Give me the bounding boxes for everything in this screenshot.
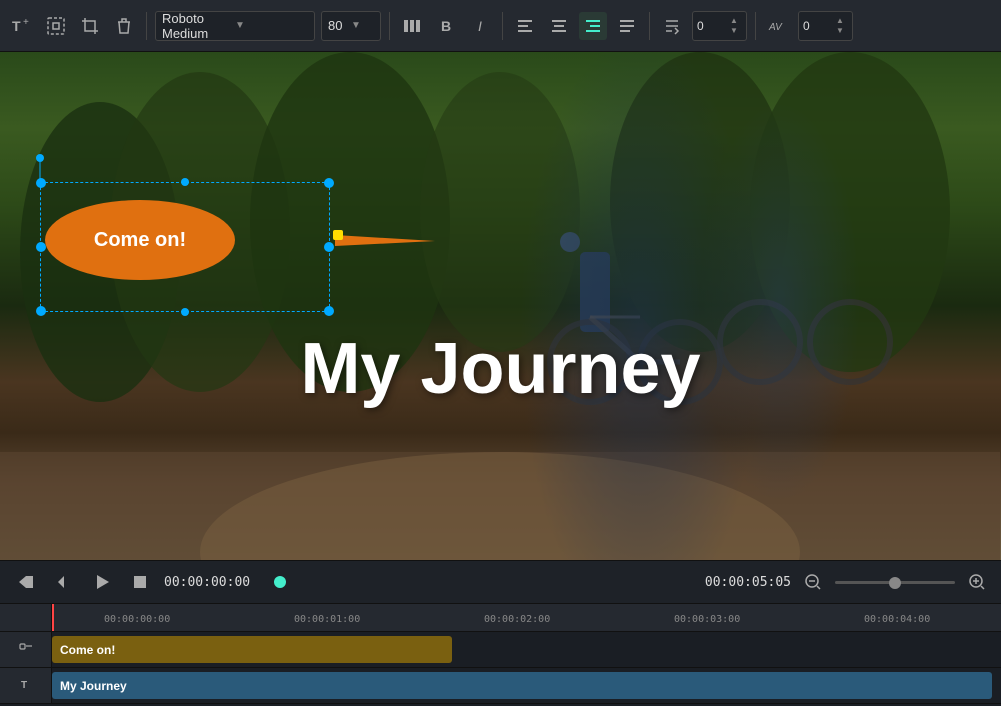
track-content-1[interactable]: My Journey <box>52 668 1001 703</box>
track-clip-come-on[interactable]: Come on! <box>52 636 452 663</box>
anchor-dot[interactable] <box>36 154 44 162</box>
playhead-ruler-line <box>52 604 54 631</box>
main-title-text: My Journey <box>0 328 1001 410</box>
timeline-ruler: 00:00:00:00 00:00:01:00 00:00:02:00 00:0… <box>0 604 1001 632</box>
zoom-slider[interactable] <box>835 581 955 584</box>
track-content-0[interactable]: Come on! <box>52 632 1001 667</box>
text-style-icon[interactable] <box>398 12 426 40</box>
divider-2 <box>389 12 390 40</box>
zoom-track[interactable] <box>835 581 955 584</box>
track-icon-1: T <box>19 677 33 694</box>
kerning-icon: AV <box>764 12 792 40</box>
track-label-1: T <box>0 668 52 703</box>
font-selector-arrow: ▼ <box>235 20 308 31</box>
spacing-up-arrow[interactable]: ▲ <box>728 16 740 26</box>
delete-button[interactable] <box>110 12 138 40</box>
track-row-0[interactable]: Come on! <box>0 632 1001 668</box>
crop-button[interactable] <box>76 12 104 40</box>
svg-text:T: T <box>12 18 21 34</box>
transform-button[interactable] <box>42 12 70 40</box>
zoom-out-button[interactable] <box>801 570 825 594</box>
font-size-arrow: ▼ <box>351 20 374 31</box>
bubble-oval: Come on! <box>45 200 235 280</box>
ruler-label-2: 00:00:02:00 <box>484 614 550 625</box>
track-icon-0 <box>19 643 33 657</box>
align-right-button[interactable] <box>579 12 607 40</box>
font-size-label: 80 <box>328 18 351 33</box>
font-name-label: Roboto Medium <box>162 11 235 41</box>
kerning-up-arrow[interactable]: ▲ <box>834 16 846 26</box>
zoom-in-button[interactable] <box>965 570 989 594</box>
italic-button[interactable]: I <box>466 12 494 40</box>
timeline-tracks: Come on! T My Journey <box>0 632 1001 704</box>
divider-1 <box>146 12 147 40</box>
font-selector[interactable]: Roboto Medium ▼ <box>155 11 315 41</box>
ruler-label-0: 00:00:00:00 <box>104 614 170 625</box>
stop-button[interactable] <box>126 568 154 596</box>
ruler-offset <box>0 604 52 631</box>
ruler-marks: 00:00:00:00 00:00:01:00 00:00:02:00 00:0… <box>52 604 1001 631</box>
spacing-input[interactable]: 0 <box>693 19 728 33</box>
toolbar: T + Roboto Medium ▼ 80 ▼ <box>0 0 1001 52</box>
video-background <box>0 52 1001 560</box>
playhead-dot[interactable] <box>274 576 286 588</box>
divider-4 <box>649 12 650 40</box>
track-label-0 <box>0 632 52 667</box>
svg-text:AV: AV <box>768 22 783 33</box>
track-clip-my-journey[interactable]: My Journey <box>52 672 992 699</box>
playback-bar: 00:00:00:00 00:00:05:05 <box>0 560 1001 604</box>
ruler-label-1: 00:00:01:00 <box>294 614 360 625</box>
spacing-field[interactable]: 0 ▲ ▼ <box>692 11 747 41</box>
total-time: 00:00:05:05 <box>705 575 791 590</box>
align-center-button[interactable] <box>545 12 573 40</box>
ruler-label-4: 00:00:04:00 <box>864 614 930 625</box>
align-left-button[interactable] <box>511 12 539 40</box>
divider-5 <box>755 12 756 40</box>
svg-text:T: T <box>21 680 27 691</box>
play-button[interactable] <box>88 568 116 596</box>
font-size-selector[interactable]: 80 ▼ <box>321 11 381 41</box>
anchor-line <box>40 162 41 182</box>
ruler-label-3: 00:00:03:00 <box>674 614 740 625</box>
track-row-1[interactable]: T My Journey <box>0 668 1001 704</box>
canvas-area[interactable]: My Journey Come on! <box>0 52 1001 560</box>
spacing-icon <box>658 12 686 40</box>
bubble-text: Come on! <box>94 229 186 252</box>
kerning-input[interactable]: 0 <box>799 19 834 33</box>
align-justify-button[interactable] <box>613 12 641 40</box>
add-text-button[interactable]: T + <box>8 12 36 40</box>
timeline: 00:00:00:00 00:00:01:00 00:00:02:00 00:0… <box>0 604 1001 706</box>
divider-3 <box>502 12 503 40</box>
tail-end-dot[interactable] <box>333 230 343 240</box>
zoom-handle[interactable] <box>889 577 901 589</box>
kerning-down-arrow[interactable]: ▼ <box>834 26 846 36</box>
current-time: 00:00:00:00 <box>164 575 264 590</box>
spacing-down-arrow[interactable]: ▼ <box>728 26 740 36</box>
speech-bubble[interactable]: Come on! <box>45 200 235 280</box>
kerning-field[interactable]: 0 ▲ ▼ <box>798 11 853 41</box>
skip-back-button[interactable] <box>12 568 40 596</box>
bold-button[interactable]: B <box>432 12 460 40</box>
step-back-button[interactable] <box>50 568 78 596</box>
svg-text:+: + <box>23 17 29 28</box>
